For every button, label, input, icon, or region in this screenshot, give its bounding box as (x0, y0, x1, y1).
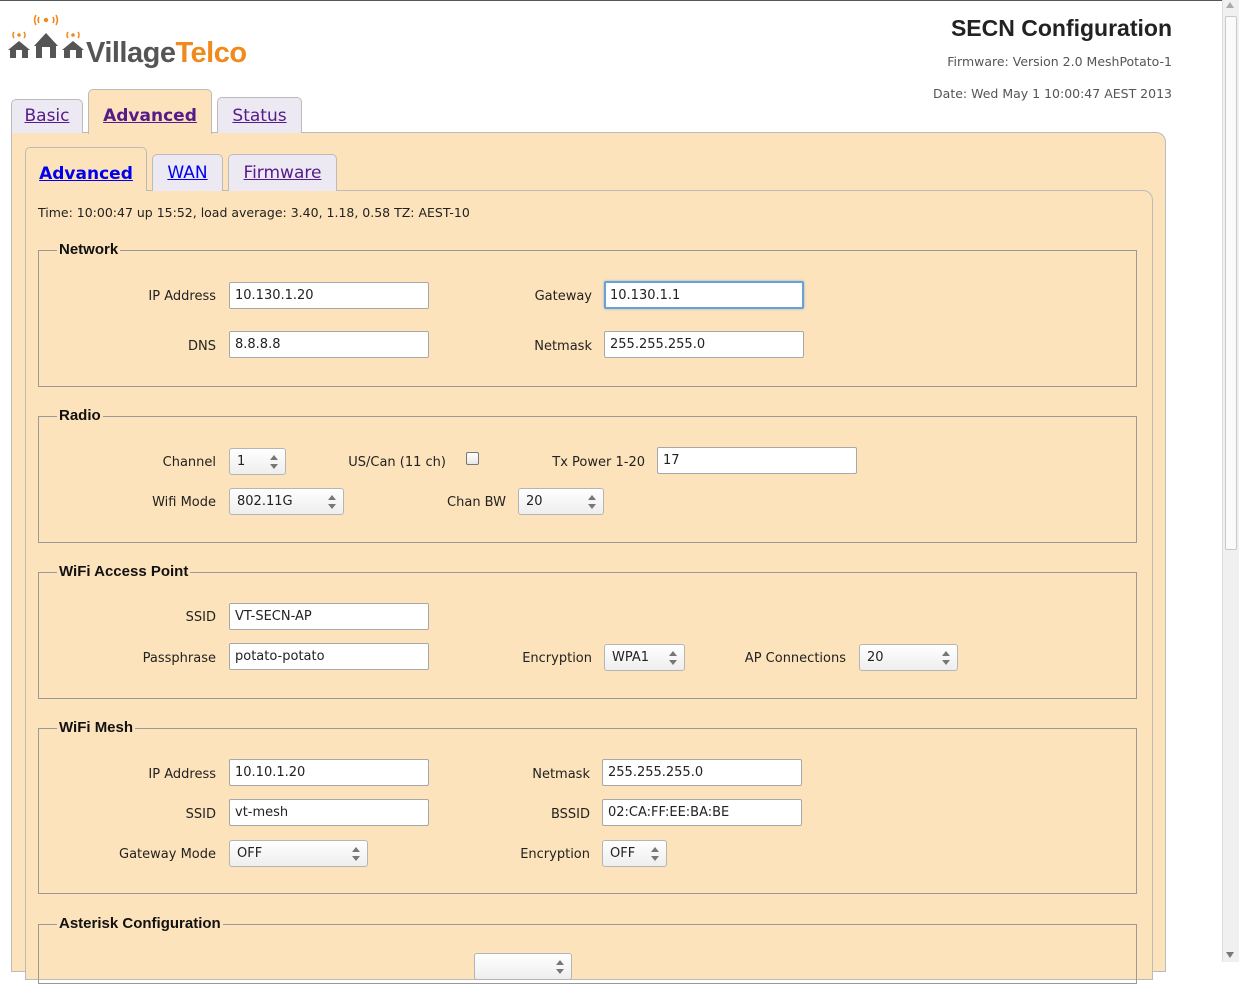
gateway-mode-select[interactable]: OFF (229, 840, 368, 867)
netmask-label: Netmask (534, 339, 592, 354)
tab-basic-link[interactable]: Basic (24, 106, 69, 126)
tab-status[interactable]: Status (217, 97, 302, 133)
passphrase-label: Passphrase (142, 651, 216, 666)
tab-advanced-link[interactable]: Advanced (103, 106, 197, 126)
wifi-ap-fieldset: WiFi Access Point (38, 563, 1137, 699)
ap-connections-select[interactable]: 20 (859, 644, 958, 671)
mesh-netmask-label: Netmask (532, 767, 590, 782)
updown-arrows-icon (651, 845, 659, 863)
ip-address-input[interactable] (229, 282, 429, 309)
tx-power-label: Tx Power 1-20 (552, 455, 645, 470)
page-title: SECN Configuration (950, 15, 1172, 41)
asterisk-fieldset: Asterisk Configuration (38, 915, 1137, 984)
top-border (0, 0, 1222, 1)
ap-encryption-select[interactable]: WPA1 (604, 644, 685, 671)
logo-text-village: Village (86, 37, 176, 69)
firmware-version: Firmware: Version 2.0 MeshPotato-1 (947, 54, 1172, 69)
updown-arrows-icon (669, 649, 677, 667)
vertical-scrollbar[interactable] (1222, 0, 1239, 962)
mesh-netmask-input[interactable] (602, 759, 802, 786)
subtab-firmware-link[interactable]: Firmware (244, 163, 322, 183)
village-telco-logo: VillageTelco (6, 14, 266, 74)
wifi-ap-legend: WiFi Access Point (57, 563, 191, 581)
chan-bw-label: Chan BW (447, 495, 506, 510)
ap-connections-label: AP Connections (744, 651, 846, 666)
ap-ssid-input[interactable] (229, 603, 429, 630)
mesh-encryption-select[interactable]: OFF (602, 840, 667, 867)
tab-status-link[interactable]: Status (232, 106, 286, 126)
updown-arrows-icon (556, 958, 564, 976)
channel-select[interactable]: 1 (229, 448, 286, 475)
scrollbar-thumb[interactable] (1225, 16, 1237, 550)
tx-power-input[interactable] (657, 447, 857, 474)
channel-label: Channel (162, 455, 216, 470)
radio-legend: Radio (57, 407, 103, 425)
village-houses-wifi-icon (8, 14, 84, 58)
gateway-label: Gateway (534, 289, 592, 304)
uptime-status-line: Time: 10:00:47 up 15:52, load average: 3… (38, 205, 470, 220)
uscan-checkbox[interactable] (466, 452, 479, 465)
subtab-wan[interactable]: WAN (152, 154, 223, 191)
ap-encryption-label: Encryption (522, 651, 592, 666)
wifi-mode-label: Wifi Mode (152, 495, 216, 510)
updown-arrows-icon (588, 493, 596, 511)
subtab-wan-link[interactable]: WAN (167, 163, 207, 183)
uscan-label: US/Can (11 ch) (348, 455, 446, 470)
asterisk-legend: Asterisk Configuration (57, 915, 223, 933)
mesh-ssid-input[interactable] (229, 799, 429, 826)
updown-arrows-icon (942, 649, 950, 667)
mesh-encryption-label: Encryption (520, 847, 590, 862)
tab-advanced[interactable]: Advanced (88, 89, 212, 134)
chan-bw-select[interactable]: 20 (518, 488, 604, 515)
updown-arrows-icon (352, 845, 360, 863)
updown-arrows-icon (270, 453, 278, 471)
ap-ssid-label: SSID (185, 610, 216, 625)
ip-address-label: IP Address (148, 289, 216, 304)
chan-bw-value: 20 (526, 494, 543, 509)
scroll-down-arrow-icon[interactable] (1226, 952, 1234, 958)
gateway-input[interactable] (604, 281, 804, 309)
ap-connections-value: 20 (867, 650, 884, 665)
subtab-advanced-link[interactable]: Advanced (39, 164, 133, 184)
logo-text-telco: Telco (175, 37, 247, 69)
asterisk-select[interactable] (474, 953, 572, 980)
bssid-input[interactable] (602, 799, 802, 826)
scroll-up-arrow-icon[interactable] (1226, 2, 1234, 8)
wifi-mode-value: 802.11G (237, 494, 293, 509)
mesh-ip-input[interactable] (229, 759, 429, 786)
gateway-mode-label: Gateway Mode (119, 847, 216, 862)
mesh-ip-label: IP Address (148, 767, 216, 782)
wifi-mesh-legend: WiFi Mesh (57, 719, 136, 737)
netmask-input[interactable] (604, 331, 804, 358)
subtab-advanced[interactable]: Advanced (25, 147, 147, 191)
network-legend: Network (57, 241, 121, 259)
network-fieldset: Network (38, 241, 1137, 387)
tab-basic[interactable]: Basic (11, 99, 83, 133)
current-date: Date: Wed May 1 10:00:47 AEST 2013 (933, 86, 1172, 101)
mesh-encryption-value: OFF (610, 846, 636, 861)
dns-label: DNS (188, 339, 216, 354)
ap-encryption-value: WPA1 (612, 650, 650, 665)
updown-arrows-icon (328, 493, 336, 511)
bssid-label: BSSID (550, 807, 590, 822)
logo-wordmark: VillageTelco (86, 36, 247, 70)
mesh-ssid-label: SSID (185, 807, 216, 822)
dns-input[interactable] (229, 331, 429, 358)
gateway-mode-value: OFF (237, 846, 263, 861)
subtab-firmware[interactable]: Firmware (228, 154, 337, 191)
radio-fieldset: Radio (38, 407, 1137, 543)
wifi-mode-select[interactable]: 802.11G (229, 488, 344, 515)
passphrase-input[interactable] (229, 643, 429, 670)
channel-value: 1 (237, 454, 246, 469)
